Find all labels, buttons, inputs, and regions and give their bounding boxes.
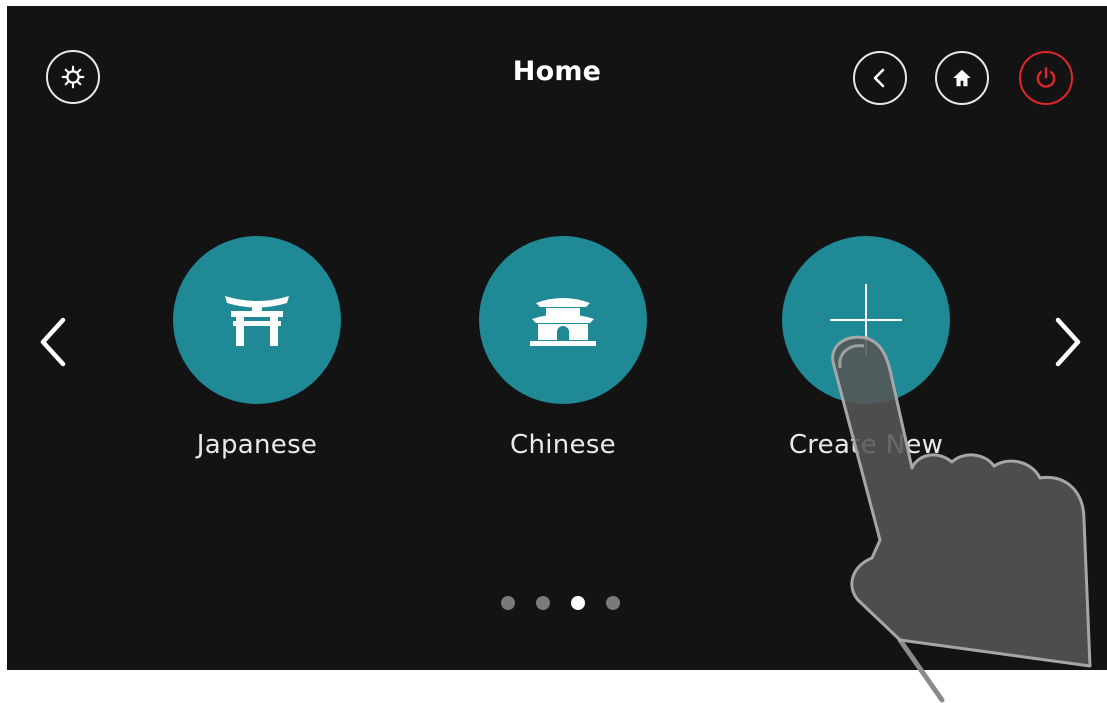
tile-circle — [173, 236, 341, 404]
chevron-right-icon — [1055, 317, 1081, 367]
previous-page-arrow[interactable] — [35, 316, 71, 372]
page-dot[interactable] — [501, 596, 515, 610]
tile-chinese[interactable]: Chinese — [443, 236, 683, 460]
chevron-left-icon — [873, 68, 885, 88]
power-button[interactable] — [1019, 51, 1073, 105]
power-icon — [1036, 67, 1056, 88]
page-dot-active[interactable] — [571, 596, 585, 610]
tile-japanese[interactable]: Japanese — [137, 236, 377, 460]
plus-icon — [830, 284, 902, 356]
chevron-left-icon — [40, 317, 66, 367]
tile-label: Chinese — [510, 430, 616, 460]
page-dot[interactable] — [606, 596, 620, 610]
torii-gate-icon — [225, 296, 289, 346]
page-indicator — [501, 596, 620, 610]
house-icon — [953, 69, 971, 87]
page-dot[interactable] — [536, 596, 550, 610]
tile-label: Create New — [788, 430, 944, 460]
app-screen: Home Japanese Chinese Create New — [7, 6, 1107, 670]
chinese-gate-icon — [530, 298, 596, 346]
tile-circle — [479, 236, 647, 404]
home-button[interactable] — [935, 51, 989, 105]
tile-circle — [782, 236, 950, 404]
next-page-arrow[interactable] — [1050, 316, 1086, 372]
tile-label: Japanese — [196, 430, 318, 460]
tile-create-new[interactable]: Create New — [746, 236, 986, 460]
back-button[interactable] — [853, 51, 907, 105]
